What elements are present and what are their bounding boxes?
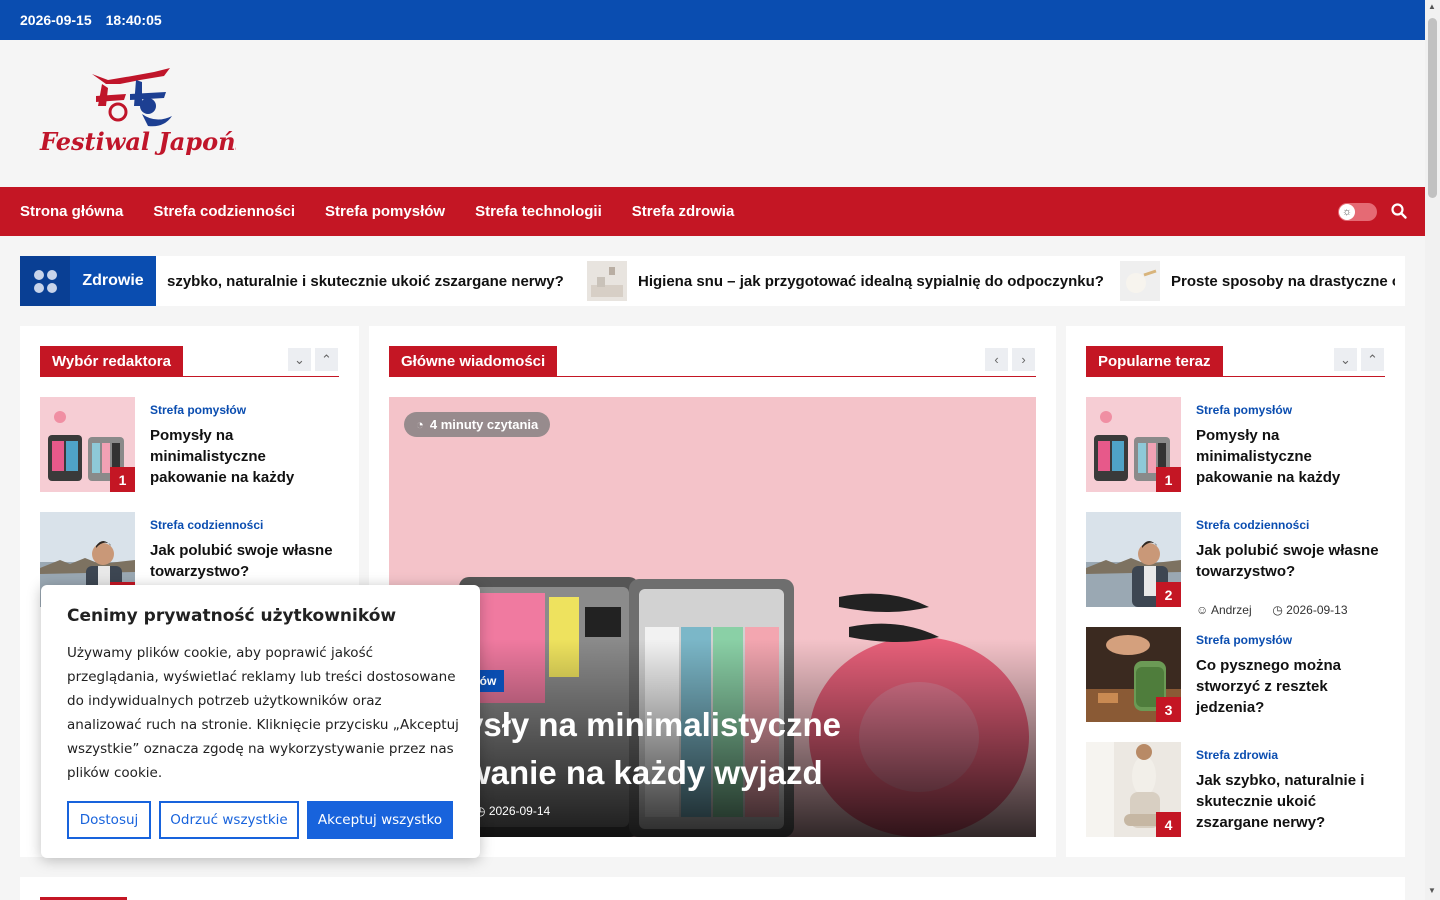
article-title[interactable]: Co pysznego można stworzyć z resztek jed…	[1196, 655, 1386, 718]
scroll-down-icon[interactable]: ▼	[1428, 886, 1436, 895]
panel-header: Główne wiadomości ‹ ›	[389, 346, 1036, 377]
grid-dots-icon	[20, 256, 70, 306]
article-category[interactable]: Strefa zdrowia	[1196, 748, 1278, 762]
article-category[interactable]: Strefa codzienności	[1196, 518, 1309, 532]
site-logo[interactable]: Festiwal Japoński	[36, 66, 275, 166]
scrollbar-thumb[interactable]	[1428, 18, 1437, 198]
panel-header: Popularne teraz ⌄ ⌃	[1086, 346, 1385, 377]
ticker-item-title: szybko, naturalnie i skutecznie ukoić zs…	[167, 272, 564, 290]
article-title[interactable]: Jak polubić swoje własne towarzystwo?	[1196, 540, 1386, 582]
article-title[interactable]: Pomysły na minimalistyczne pakowanie na …	[1196, 425, 1386, 488]
chevron-left-icon[interactable]: ‹	[985, 348, 1008, 371]
logo-emblem: Festiwal Japoński	[39, 68, 275, 156]
nav-ideas-zone[interactable]: Strefa pomysłów	[325, 203, 445, 220]
read-time-badge: ◔ 4 minuty czytania	[404, 412, 551, 437]
chevron-down-icon[interactable]: ⌄	[1334, 348, 1357, 371]
chevron-down-icon[interactable]: ⌄	[288, 348, 311, 371]
user-icon: ☺	[1196, 603, 1209, 617]
article-rank: 4	[1156, 812, 1181, 837]
next-section-panel	[20, 877, 1405, 900]
cookie-consent-dialog: Cenimy prywatność użytkowników Używamy p…	[41, 585, 480, 858]
svg-text:Festiwal Japoński: Festiwal Japoński	[39, 127, 236, 156]
nav-everyday-zone[interactable]: Strefa codzienności	[153, 203, 295, 220]
article-category[interactable]: Strefa pomysłów	[1196, 403, 1292, 417]
article-thumbnail: 4	[1086, 742, 1181, 837]
ticker-item[interactable]: Higiena snu – jak przygotować idealną sy…	[587, 256, 1104, 306]
article-thumbnail: 1	[1086, 397, 1181, 492]
chevron-up-icon[interactable]: ⌃	[1361, 348, 1384, 371]
ticker-item-title: Higiena snu – jak przygotować idealną sy…	[638, 272, 1104, 290]
hero-title[interactable]: ysły na minimalistyczne wanie na każdy w…	[465, 701, 1025, 797]
article-author[interactable]: Andrzej	[1211, 603, 1252, 617]
panel-title: Popularne teraz	[1086, 346, 1223, 376]
article-rank: 1	[110, 467, 135, 492]
top-bar: 2026-09-15 18:40:05	[0, 0, 1425, 40]
panel-title: Wybór redaktora	[40, 346, 183, 376]
ticker-track: szybko, naturalnie i skutecznie ukoić zs…	[156, 256, 1395, 306]
ticker-thumbnail	[587, 261, 627, 301]
popular-now-panel: Popularne teraz ⌄ ⌃ 1 Strefa pomysłów Po…	[1066, 326, 1405, 857]
article-rank: 2	[1156, 582, 1181, 607]
chevron-right-icon[interactable]: ›	[1012, 348, 1035, 371]
article-meta: ☺ Andrzej ◷ 2026-09-13	[1196, 603, 1348, 617]
cookie-title: Cenimy prywatność użytkowników	[67, 606, 397, 626]
article-category[interactable]: Strefa codzienności	[150, 518, 263, 532]
article-item[interactable]: 1 Strefa pomysłów Pomysły na minimalisty…	[1086, 397, 1386, 493]
scroll-up-icon[interactable]: ▲	[1428, 2, 1436, 11]
reject-all-button[interactable]: Odrzuć wszystkie	[159, 801, 299, 839]
site-header: Festiwal Japoński	[0, 40, 1425, 187]
article-thumbnail: 1	[40, 397, 135, 492]
hero-date-text: 2026-09-14	[488, 804, 551, 818]
page-scrollbar[interactable]: ▲ ▼	[1425, 0, 1440, 900]
cookie-text: Używamy plików cookie, aby poprawić jako…	[67, 645, 459, 781]
news-ticker: Zdrowie szybko, naturalnie i skutecznie …	[20, 256, 1405, 306]
read-time-text: 4 minuty czytania	[429, 417, 539, 432]
current-time: 18:40:05	[105, 12, 162, 28]
ticker-thumbnail	[1120, 261, 1160, 301]
hero-article[interactable]: ◔ 4 minuty czytania ysłów ysły na minima…	[389, 397, 1036, 837]
article-rank: 1	[1156, 467, 1181, 492]
main-navigation: Strona główna Strefa codzienności Strefa…	[0, 187, 1425, 236]
current-date: 2026-09-15	[20, 12, 92, 28]
nav-home[interactable]: Strona główna	[20, 203, 123, 220]
article-item[interactable]: 1 Strefa pomysłów Pomysły na minimalisty…	[40, 397, 340, 493]
chevron-up-icon[interactable]: ⌃	[315, 348, 338, 371]
article-category[interactable]: Strefa pomysłów	[150, 403, 246, 417]
search-icon[interactable]	[1390, 202, 1408, 220]
clock-icon: ◔	[416, 417, 424, 432]
accept-all-button[interactable]: Akceptuj wszystko	[307, 801, 453, 839]
panel-title: Główne wiadomości	[389, 346, 558, 376]
article-thumbnail: 3	[1086, 627, 1181, 722]
clock-icon: ◷	[1272, 603, 1283, 617]
article-title[interactable]: Pomysły na minimalistyczne pakowanie na …	[150, 425, 340, 488]
article-date: 2026-09-13	[1286, 603, 1348, 617]
hero-date: ◷ 2026-09-14	[475, 804, 550, 818]
article-item[interactable]: 4 Strefa zdrowia Jak szybko, naturalnie …	[1086, 742, 1386, 838]
ticker-item-title: Proste sposoby na drastyczne og	[1171, 272, 1395, 290]
article-thumbnail: 2	[1086, 512, 1181, 607]
ticker-label: Zdrowie	[70, 256, 156, 306]
article-item[interactable]: 3 Strefa pomysłów Co pysznego można stwo…	[1086, 627, 1386, 723]
article-title[interactable]: Jak szybko, naturalnie i skutecznie ukoi…	[1196, 770, 1386, 833]
article-title[interactable]: Jak polubić swoje własne towarzystwo?	[150, 540, 340, 582]
ticker-item[interactable]: Proste sposoby na drastyczne og	[1120, 256, 1395, 306]
customize-button[interactable]: Dostosuj	[67, 801, 151, 839]
sun-icon: ☼	[1339, 204, 1355, 220]
article-item[interactable]: 2 Strefa codzienności Jak polubić swoje …	[1086, 512, 1386, 617]
nav-technology-zone[interactable]: Strefa technologii	[475, 203, 602, 220]
nav-health-zone[interactable]: Strefa zdrowia	[632, 203, 735, 220]
panel-header: Wybór redaktora ⌄ ⌃	[40, 346, 339, 377]
article-rank: 3	[1156, 697, 1181, 722]
ticker-item[interactable]: szybko, naturalnie i skutecznie ukoić zs…	[167, 256, 564, 306]
article-category[interactable]: Strefa pomysłów	[1196, 633, 1292, 647]
dark-mode-toggle[interactable]: ☼	[1338, 203, 1377, 221]
